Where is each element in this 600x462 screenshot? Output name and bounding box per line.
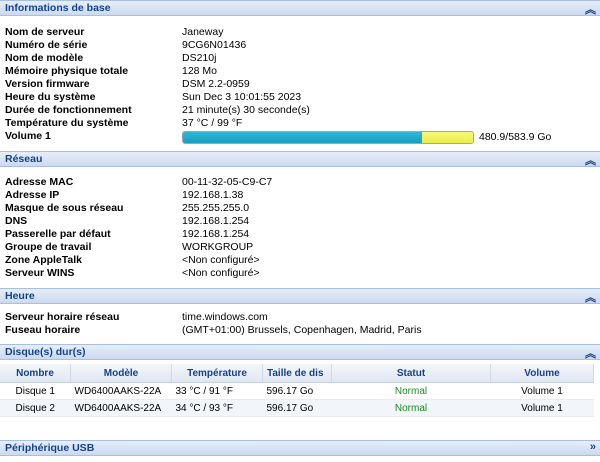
info-row: Zone AppleTalk <Non configuré> — [0, 254, 600, 267]
double-chevron-up-icon[interactable]: ︽ — [585, 289, 596, 305]
disk-model: WD6400AAKS-22A — [70, 382, 172, 400]
info-value: <Non configuré> — [182, 267, 260, 279]
info-value: DS210j — [182, 52, 217, 64]
disk-model: WD6400AAKS-22A — [70, 399, 172, 417]
info-value: 255.255.255.0 — [182, 202, 250, 214]
info-label: Nom de serveur — [5, 26, 85, 38]
disk-status: Normal — [331, 382, 491, 400]
info-label: Nom de modèle — [5, 52, 84, 64]
volume-label: Volume 1 — [5, 130, 51, 142]
disk-temperature: 33 °C / 91 °F — [171, 382, 263, 400]
info-row: Passerelle par défaut 192.168.1.254 — [0, 228, 600, 241]
column-header-modele[interactable]: Modèle — [70, 364, 172, 383]
info-value: 192.168.1.254 — [182, 228, 250, 240]
disk-size: 596.17 Go — [262, 399, 332, 417]
section-title-basic: Informations de base — [5, 2, 111, 14]
info-row: Mémoire physique totale 128 Mo — [0, 65, 600, 78]
disk-temperature: 34 °C / 93 °F — [171, 399, 263, 417]
volume-row: Volume 1 480.9/583.9 Go — [0, 130, 600, 146]
column-header-nombre[interactable]: Nombre — [0, 364, 71, 383]
info-value: DSM 2.2-0959 — [182, 78, 250, 90]
double-chevron-up-icon[interactable]: ︽ — [585, 345, 596, 361]
info-label: Masque de sous réseau — [5, 202, 124, 214]
disk-volume: Volume 1 — [490, 399, 594, 417]
section-header-disks[interactable]: Disque(s) dur(s) ︽ — [0, 344, 600, 360]
info-label: Adresse IP — [5, 189, 60, 201]
info-value: 192.168.1.254 — [182, 215, 250, 227]
info-label: Passerelle par défaut — [5, 228, 111, 240]
section-title-time: Heure — [5, 290, 35, 302]
section-title-network: Réseau — [5, 153, 43, 165]
info-label: Heure du système — [5, 91, 96, 103]
info-value: 9CG6N01436 — [182, 39, 247, 51]
info-label: Serveur horaire réseau — [5, 311, 120, 323]
double-chevron-up-icon[interactable]: ︽ — [585, 1, 596, 17]
info-row: Numéro de série 9CG6N01436 — [0, 39, 600, 52]
disk-size: 596.17 Go — [262, 382, 332, 400]
column-header-volume[interactable]: Volume — [490, 364, 594, 383]
info-label: Adresse MAC — [5, 176, 74, 188]
info-label: Durée de fonctionnement — [5, 104, 132, 116]
info-row: Serveur WINS <Non configuré> — [0, 267, 600, 280]
volume-free-fill — [421, 132, 473, 143]
info-row: Fuseau horaire (GMT+01:00) Brussels, Cope… — [0, 324, 600, 337]
info-label: Version firmware — [5, 78, 90, 90]
info-label: Serveur WINS — [5, 267, 75, 279]
info-label: Numéro de série — [5, 39, 88, 51]
info-value: Janeway — [182, 26, 224, 38]
info-value: (GMT+01:00) Brussels, Copenhagen, Madrid… — [182, 324, 422, 336]
info-value: WORKGROUP — [182, 241, 254, 253]
info-row: Adresse IP 192.168.1.38 — [0, 189, 600, 202]
disk-name: Disque 2 — [0, 399, 71, 417]
volume-usage-bar — [182, 131, 474, 144]
info-label: Zone AppleTalk — [5, 254, 83, 266]
section-title-disks: Disque(s) dur(s) — [5, 346, 86, 358]
info-row: Groupe de travail WORKGROUP — [0, 241, 600, 254]
info-label: Mémoire physique totale — [5, 65, 129, 77]
info-value: time.windows.com — [182, 311, 268, 323]
column-header-temperature[interactable]: Température — [171, 364, 263, 383]
disk-name: Disque 1 — [0, 382, 71, 400]
info-row: Nom de modèle DS210j — [0, 52, 600, 65]
section-header-time[interactable]: Heure ︽ — [0, 288, 600, 304]
section-title-usb: Périphérique USB — [5, 442, 95, 454]
info-row: Température du système 37 °C / 99 °F — [0, 117, 600, 130]
info-value: Sun Dec 3 10:01:55 2023 — [182, 91, 302, 103]
info-row: Durée de fonctionnement 21 minute(s) 30 s… — [0, 104, 600, 117]
column-header-statut[interactable]: Statut — [331, 364, 491, 383]
info-value: <Non configuré> — [182, 254, 260, 266]
info-row: Masque de sous réseau 255.255.255.0 — [0, 202, 600, 215]
column-header-taille[interactable]: Taille de dis — [262, 364, 332, 383]
info-value: 192.168.1.38 — [182, 189, 244, 201]
info-row: DNS 192.168.1.254 — [0, 215, 600, 228]
info-row: Version firmware DSM 2.2-0959 — [0, 78, 600, 91]
double-chevron-right-icon[interactable]: » — [590, 441, 596, 453]
info-value: 00-11-32-05-C9-C7 — [182, 176, 273, 188]
volume-used-fill — [183, 132, 422, 143]
info-row: Adresse MAC 00-11-32-05-C9-C7 — [0, 176, 600, 189]
info-value: 128 Mo — [182, 65, 218, 77]
disk-volume: Volume 1 — [490, 382, 594, 400]
section-header-usb[interactable]: Périphérique USB » — [0, 440, 600, 456]
table-row[interactable]: Disque 1 WD6400AAKS-22A 33 °C / 91 °F 59… — [0, 382, 594, 400]
info-row: Nom de serveur Janeway — [0, 26, 600, 39]
info-label: DNS — [5, 215, 28, 227]
volume-usage-text: 480.9/583.9 Go — [479, 131, 552, 143]
section-header-network[interactable]: Réseau ︽ — [0, 151, 600, 167]
section-header-basic[interactable]: Informations de base ︽ — [0, 0, 600, 16]
disk-status: Normal — [331, 399, 491, 417]
info-label: Groupe de travail — [5, 241, 92, 253]
double-chevron-up-icon[interactable]: ︽ — [585, 152, 596, 168]
info-label: Température du système — [5, 117, 129, 129]
table-row[interactable]: Disque 2 WD6400AAKS-22A 34 °C / 93 °F 59… — [0, 399, 594, 417]
info-value: 21 minute(s) 30 seconde(s) — [182, 104, 310, 116]
info-label: Fuseau horaire — [5, 324, 81, 336]
info-row: Serveur horaire réseau time.windows.com — [0, 311, 600, 324]
table-header-row: Nombre Modèle Température Taille de dis … — [0, 364, 594, 383]
info-value: 37 °C / 99 °F — [182, 117, 243, 129]
disks-table: Nombre Modèle Température Taille de dis … — [0, 364, 594, 417]
info-row: Heure du système Sun Dec 3 10:01:55 2023 — [0, 91, 600, 104]
